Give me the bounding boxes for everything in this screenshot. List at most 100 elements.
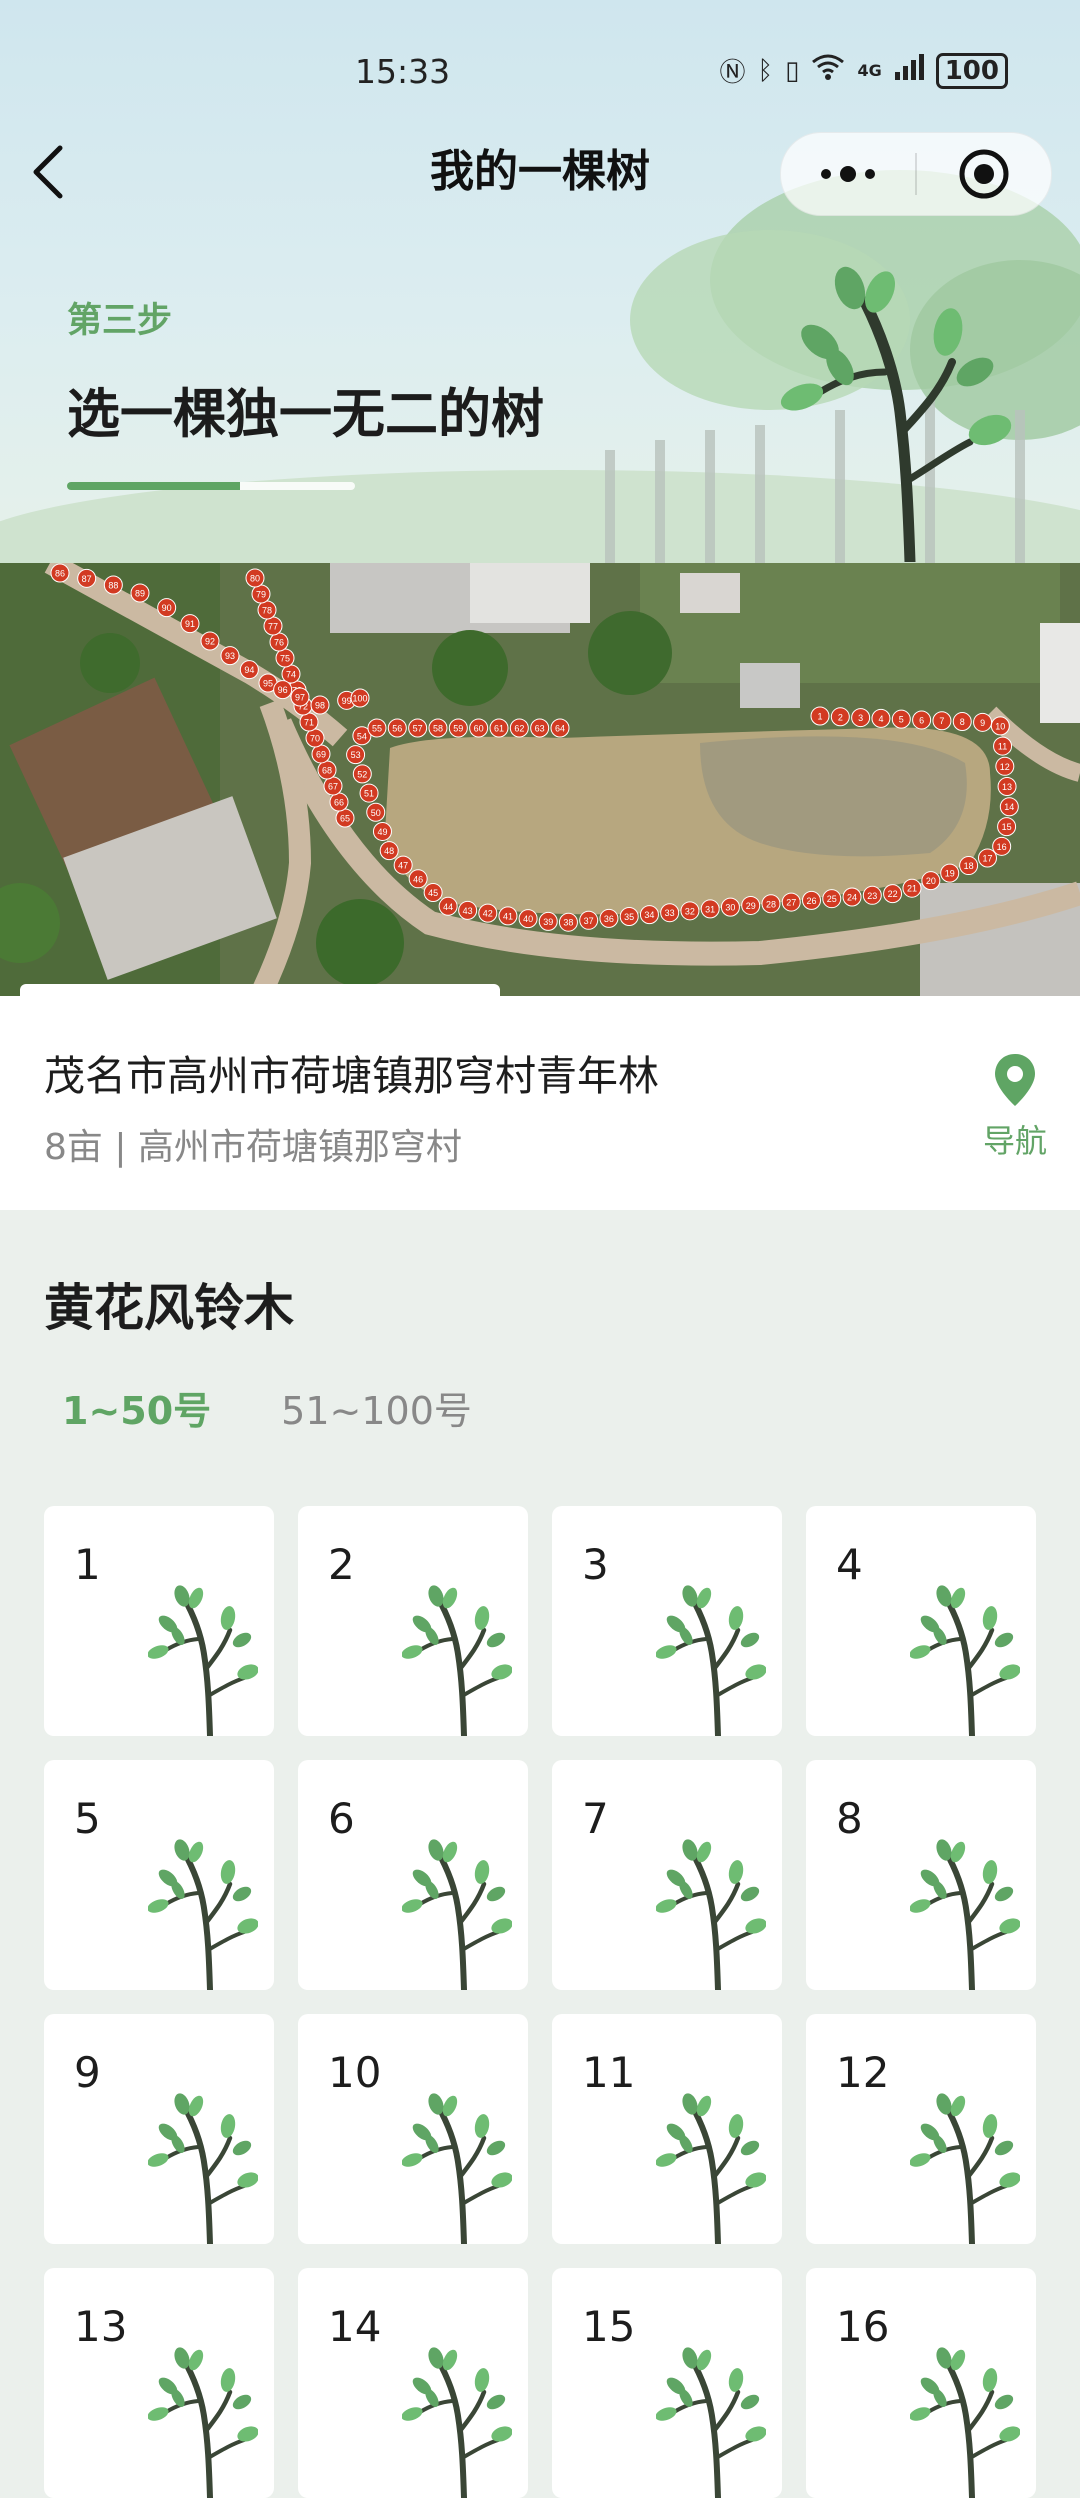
navigate-label: 导航 [982, 1122, 1047, 1160]
step-progress-fill [67, 482, 240, 490]
tree-marker: 4 [871, 708, 891, 728]
svg-text:93: 93 [225, 651, 235, 661]
svg-text:76: 76 [274, 638, 284, 648]
tree-number: 9 [74, 2048, 101, 2097]
tree-marker: 28 [761, 894, 781, 914]
svg-text:94: 94 [244, 665, 254, 675]
tree-card[interactable]: 1 [44, 1506, 274, 1736]
tree-marker: 8 [952, 712, 972, 732]
tree-icon [656, 2093, 766, 2244]
tree-card[interactable]: 13 [44, 2268, 274, 2498]
svg-text:46: 46 [413, 874, 423, 884]
tree-marker: 2 [830, 707, 850, 727]
tab-range-51-100[interactable]: 51~100号 [281, 1380, 472, 1435]
tree-marker: 29 [741, 895, 761, 915]
tree-icon [910, 1839, 1020, 1990]
svg-text:26: 26 [806, 896, 816, 906]
tree-marker: 27 [781, 892, 801, 912]
tree-card[interactable]: 11 [552, 2014, 782, 2244]
tree-marker: 21 [902, 878, 922, 898]
tree-marker: 69 [311, 744, 331, 764]
tree-marker: 11 [993, 736, 1013, 756]
svg-text:6: 6 [919, 715, 924, 725]
tree-marker: 63 [530, 718, 550, 738]
aerial-map-image: 1 2 3 4 5 6 7 8 9 1011121314151617181920212223242… [0, 563, 1080, 996]
tree-icon [402, 2093, 512, 2244]
svg-text:43: 43 [463, 906, 473, 916]
tree-marker: 23 [862, 885, 882, 905]
svg-text:90: 90 [162, 603, 172, 613]
tree-grid: 1 2 3 4 5 6 7 8 9 10 11 12 13 14 15 16 [44, 1506, 1036, 2498]
tree-marker: 33 [660, 903, 680, 923]
svg-text:51: 51 [364, 789, 374, 799]
svg-text:49: 49 [377, 827, 387, 837]
tree-card[interactable]: 3 [552, 1506, 782, 1736]
tree-card[interactable]: 16 [806, 2268, 1036, 2498]
tree-card[interactable]: 9 [44, 2014, 274, 2244]
tree-marker: 76 [269, 632, 289, 652]
tree-card[interactable]: 7 [552, 1760, 782, 1990]
svg-text:95: 95 [263, 679, 273, 689]
tree-number: 12 [836, 2048, 890, 2097]
tree-card[interactable]: 5 [44, 1760, 274, 1990]
svg-text:56: 56 [392, 724, 402, 734]
tree-marker: 5 [891, 709, 911, 729]
svg-text:3: 3 [858, 713, 863, 723]
tree-card[interactable]: 10 [298, 2014, 528, 2244]
svg-text:67: 67 [328, 782, 338, 792]
tree-marker: 40 [518, 909, 538, 929]
aerial-map[interactable]: 1 2 3 4 5 6 7 8 9 10 11 12 13 14 15 16 17 18 19 20 21 22 23 24 2… [0, 563, 1080, 996]
tree-marker: 25 [822, 889, 842, 909]
tree-marker: 6 [912, 710, 932, 730]
tree-card[interactable]: 8 [806, 1760, 1036, 1990]
close-miniprogram-button[interactable] [917, 133, 1051, 215]
tree-icon [656, 2347, 766, 2498]
tree-marker: 20 [921, 871, 941, 891]
more-button[interactable] [781, 133, 915, 215]
tree-marker: 68 [317, 760, 337, 780]
tab-range-1-50[interactable]: 1~50号 [62, 1380, 211, 1435]
tree-marker: 65 [335, 808, 355, 828]
tree-marker: 71 [299, 712, 319, 732]
signal-icon [894, 54, 924, 87]
tree-marker: 89 [130, 583, 150, 603]
svg-text:74: 74 [286, 670, 296, 680]
tree-card[interactable]: 2 [298, 1506, 528, 1736]
svg-text:29: 29 [746, 901, 756, 911]
chevron-left-icon [33, 145, 63, 199]
svg-text:86: 86 [55, 569, 65, 579]
tree-marker: 3 [851, 708, 871, 728]
svg-text:60: 60 [474, 724, 484, 734]
tree-marker: 17 [977, 848, 997, 868]
tree-marker: 43 [458, 900, 478, 920]
tree-marker: 87 [77, 568, 97, 588]
svg-text:100: 100 [352, 694, 367, 704]
svg-text:28: 28 [766, 899, 776, 909]
location-detail: 8亩 | 高州市荷塘镇那穹村 [44, 1127, 462, 1168]
tree-marker: 41 [498, 906, 518, 926]
svg-text:55: 55 [372, 724, 382, 734]
svg-text:91: 91 [185, 619, 195, 629]
tree-card[interactable]: 12 [806, 2014, 1036, 2244]
navigate-button[interactable]: 导航 [960, 1052, 1070, 1162]
tree-card[interactable]: 14 [298, 2268, 528, 2498]
tree-marker: 86 [50, 563, 70, 583]
target-icon [959, 149, 1009, 199]
tree-marker: 19 [940, 863, 960, 883]
back-button[interactable] [18, 142, 78, 202]
svg-text:35: 35 [624, 912, 634, 922]
tree-card[interactable]: 4 [806, 1506, 1036, 1736]
tree-card[interactable]: 15 [552, 2268, 782, 2498]
svg-text:75: 75 [280, 654, 290, 664]
tree-card[interactable]: 6 [298, 1760, 528, 1990]
svg-text:97: 97 [295, 693, 305, 703]
svg-text:79: 79 [256, 590, 266, 600]
tree-number: 8 [836, 1794, 863, 1843]
tree-marker: 50 [366, 802, 386, 822]
svg-text:87: 87 [82, 574, 92, 584]
svg-text:53: 53 [351, 750, 361, 760]
tree-marker: 53 [346, 745, 366, 765]
tree-icon [402, 1839, 512, 1990]
tree-number: 2 [328, 1540, 355, 1589]
battery-icon: 100 [935, 52, 1008, 89]
